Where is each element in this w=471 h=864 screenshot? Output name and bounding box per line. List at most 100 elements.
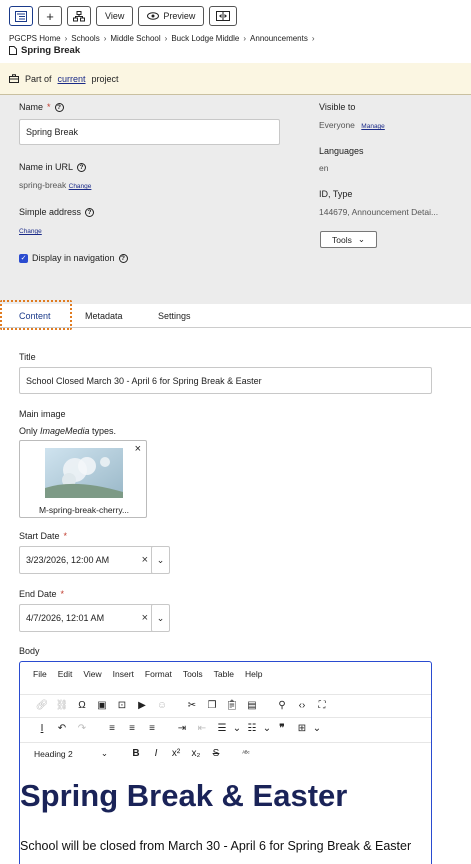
align-right-icon[interactable]: ≡ <box>142 720 162 738</box>
visible-to-value: Everyone Manage <box>319 120 385 130</box>
clear-icon[interactable]: × <box>142 554 148 566</box>
visible-to-manage-link[interactable]: Manage <box>361 123 385 130</box>
name-label: Name * ? <box>19 102 64 112</box>
copy-icon[interactable]: ❐ <box>202 697 222 715</box>
table-icon[interactable]: ⊞ <box>292 720 312 738</box>
chevron-down-icon[interactable]: ⌄ <box>262 720 272 738</box>
breadcrumb-item[interactable]: Middle School <box>110 34 160 43</box>
undo-icon[interactable]: ↶ <box>52 720 72 738</box>
required-marker: * <box>47 102 51 112</box>
compare-button[interactable] <box>209 6 238 26</box>
tree-icon <box>15 10 27 22</box>
editor-toolbar-row-2: I ↶ ↷ ≡ ≡ ≡ ⇥ ⇤ ☰ ⌄ ☷ ⌄ ❞ ⊞ ⌄ <box>20 717 431 739</box>
clear-format-icon[interactable]: I <box>32 720 52 738</box>
unlink-icon[interactable]: ⛓︎ <box>52 697 72 715</box>
simple-address-change-link[interactable]: Change <box>19 228 42 235</box>
body-editor[interactable]: File Edit View Insert Format Tools Table… <box>19 661 432 864</box>
menu-format[interactable]: Format <box>145 669 172 685</box>
name-input[interactable]: Spring Break <box>19 119 280 145</box>
menu-file[interactable]: File <box>33 669 47 685</box>
url-change-link[interactable]: Change <box>69 183 92 190</box>
video-icon[interactable]: ▶ <box>132 697 152 715</box>
media-icon[interactable]: ⊡ <box>112 697 132 715</box>
paste-icon[interactable]: 📋︎ <box>222 697 242 715</box>
user-icon[interactable]: ☺︎ <box>152 697 172 715</box>
preview-button[interactable]: Preview <box>138 6 205 26</box>
align-center-icon[interactable]: ≡ <box>122 720 142 738</box>
help-icon[interactable]: ? <box>118 253 128 263</box>
menu-insert[interactable]: Insert <box>113 669 134 685</box>
start-date-label-text: Start Date <box>19 531 60 541</box>
chevron-down-icon[interactable]: ⌄ <box>232 720 242 738</box>
menu-edit[interactable]: Edit <box>58 669 73 685</box>
code-icon[interactable]: ‹› <box>292 697 312 715</box>
add-button[interactable]: + <box>38 6 62 26</box>
link-icon[interactable]: 🔗︎ <box>32 697 52 715</box>
indent-icon[interactable]: ⇥ <box>172 720 192 738</box>
view-button[interactable]: View <box>96 6 134 26</box>
body-heading[interactable]: Spring Break & Easter <box>20 778 347 814</box>
format-select[interactable]: Heading 2 ⌄ <box>32 746 112 762</box>
help-icon[interactable]: ? <box>85 207 95 217</box>
superscript-icon[interactable]: x² <box>166 745 186 763</box>
breadcrumb-item[interactable]: Buck Lodge Middle <box>171 34 239 43</box>
name-label-text: Name <box>19 102 44 112</box>
end-date-input[interactable]: 4/7/2026, 12:01 AM × <box>19 604 169 632</box>
fullscreen-icon[interactable]: ⛶ <box>312 697 332 715</box>
italic-icon[interactable]: I <box>146 745 166 763</box>
remove-image-icon[interactable]: × <box>135 443 141 455</box>
display-nav-checkbox[interactable]: ✓ <box>19 253 28 263</box>
page-title: Spring Break <box>9 45 80 56</box>
end-date-value: 4/7/2026, 12:01 AM <box>26 613 105 623</box>
menu-tools[interactable]: Tools <box>183 669 203 685</box>
tab-metadata[interactable]: Metadata <box>85 304 123 328</box>
help-icon[interactable]: ? <box>77 162 87 172</box>
search-icon[interactable]: ⚲ <box>272 697 292 715</box>
menu-table[interactable]: Table <box>214 669 234 685</box>
display-nav-row: ✓ Display in navigation ? <box>19 253 128 263</box>
strikethrough-icon[interactable]: S <box>206 745 226 763</box>
numbered-list-icon[interactable]: ☷ <box>242 720 262 738</box>
url-label: Name in URL ? <box>19 162 87 172</box>
special-char-icon[interactable]: Ω <box>72 697 92 715</box>
paste-text-icon[interactable]: ▤ <box>242 697 262 715</box>
tools-button[interactable]: Tools ⌄ <box>320 231 377 248</box>
tools-label: Tools <box>332 234 352 245</box>
subscript-icon[interactable]: x₂ <box>186 745 206 763</box>
clear-icon[interactable]: × <box>142 612 148 624</box>
start-date-input[interactable]: 3/23/2026, 12:00 AM × <box>19 546 169 574</box>
structure-button[interactable] <box>67 6 91 26</box>
spellcheck-icon[interactable]: ᴬᴮᶜ <box>236 745 256 763</box>
menu-help[interactable]: Help <box>245 669 262 685</box>
editor-menubar: File Edit View Insert Format Tools Table… <box>20 669 262 685</box>
align-left-icon[interactable]: ≡ <box>102 720 122 738</box>
editor-toolbar-row-3: Heading 2 ⌄ B I x² x₂ S ᴬᴮᶜ <box>20 742 431 764</box>
cut-icon[interactable]: ✂ <box>182 697 202 715</box>
chevron-down-icon[interactable]: ⌄ <box>312 720 322 738</box>
main-image-label: Main image <box>19 409 66 419</box>
quote-icon[interactable]: ❞ <box>272 720 292 738</box>
menu-view[interactable]: View <box>83 669 101 685</box>
breadcrumb-item[interactable]: Announcements <box>250 34 308 43</box>
start-date-dropdown[interactable]: ⌄ <box>151 546 170 574</box>
page-tree-button[interactable] <box>9 6 33 26</box>
breadcrumb-item[interactable]: Schools <box>71 34 99 43</box>
top-toolbar: + View Preview <box>0 0 471 32</box>
bullet-list-icon[interactable]: ☰ <box>212 720 232 738</box>
project-bar: Part of current project <box>0 63 471 95</box>
body-paragraph[interactable]: School will be closed from March 30 - Ap… <box>20 839 411 853</box>
tab-settings[interactable]: Settings <box>158 304 191 328</box>
end-date-dropdown[interactable]: ⌄ <box>151 604 170 632</box>
chevron-down-icon: ⌄ <box>156 554 165 565</box>
breadcrumb-item[interactable]: PGCPS Home <box>9 34 61 43</box>
outdent-icon[interactable]: ⇤ <box>192 720 212 738</box>
focus-outline <box>0 300 72 330</box>
current-project-link[interactable]: current <box>58 74 86 84</box>
bold-icon[interactable]: B <box>126 745 146 763</box>
redo-icon[interactable]: ↷ <box>72 720 92 738</box>
image-icon[interactable]: ▣ <box>92 697 112 715</box>
help-icon[interactable]: ? <box>54 102 64 112</box>
title-input[interactable]: School Closed March 30 - April 6 for Spr… <box>19 367 432 394</box>
main-image-card[interactable]: × M-spring-break-cherry... <box>19 440 147 518</box>
image-thumbnail <box>45 448 123 498</box>
